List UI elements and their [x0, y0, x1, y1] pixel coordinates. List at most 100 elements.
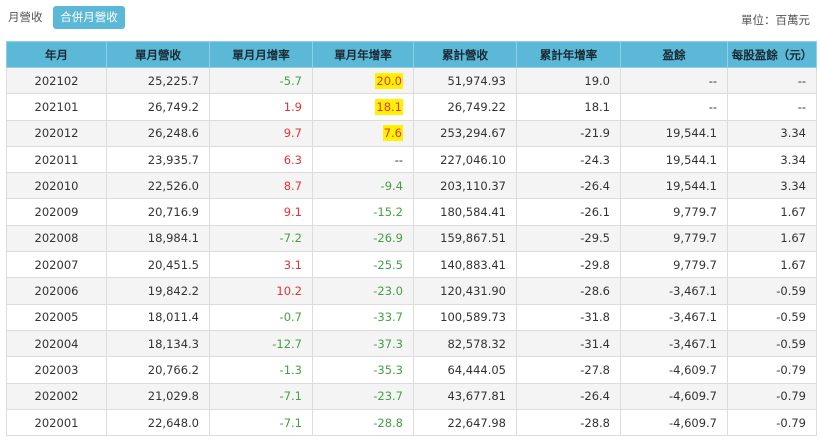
cell-earnings: 19,544.1 — [620, 145, 728, 174]
cell-monthly-revenue-value: 20,451.5 — [147, 257, 199, 272]
cell-yoy-growth: -33.7 — [312, 303, 414, 331]
cell-mom-growth: -12.7 — [209, 329, 313, 358]
cell-year-month: 202101 — [6, 93, 107, 121]
cell-yoy-growth-value: 18.1 — [375, 98, 403, 115]
cell-cumulative-yoy-value: -28.8 — [580, 415, 610, 430]
cell-eps: -0.59 — [727, 303, 817, 331]
cell-eps: -- — [727, 93, 817, 121]
cell-cumulative-yoy: -28.8 — [516, 408, 621, 437]
cell-yoy-growth: -35.3 — [312, 356, 414, 384]
cell-monthly-revenue-value: 20,766.2 — [147, 362, 199, 377]
table-header: 年月 單月營收 單月月增率 單月年增率 累計營收 累計年增率 盈餘 每股盈餘（元… — [6, 41, 817, 68]
cell-year-month: 202001 — [6, 408, 107, 437]
cell-monthly-revenue: 19,842.2 — [106, 277, 210, 305]
cell-yoy-growth-value: -33.7 — [373, 310, 403, 325]
col-header-cumulative-yoy[interactable]: 累計年增率 — [516, 41, 621, 68]
cell-eps-value: -0.79 — [776, 389, 806, 404]
cell-monthly-revenue-value: 18,134.3 — [147, 336, 199, 351]
cell-earnings-value: 19,544.1 — [665, 178, 717, 193]
cell-mom-growth: 3.1 — [209, 251, 313, 279]
cell-cumulative-revenue: 51,974.93 — [413, 66, 517, 95]
tab-consolidated-monthly-revenue[interactable]: 合併月營收 — [53, 6, 125, 29]
cell-cumulative-revenue-value: 100,589.73 — [440, 310, 506, 325]
cell-cumulative-yoy: -26.1 — [516, 198, 621, 226]
cell-yoy-growth: -26.9 — [312, 224, 414, 253]
cell-monthly-revenue-value: 22,648.0 — [147, 415, 199, 430]
cell-cumulative-revenue-value: 43,677.81 — [447, 389, 506, 404]
cell-cumulative-revenue-value: 120,431.90 — [440, 284, 506, 299]
cell-cumulative-yoy: -24.3 — [516, 145, 621, 174]
cell-eps: 3.34 — [727, 145, 817, 174]
cell-monthly-revenue: 18,984.1 — [106, 224, 210, 253]
col-header-mom-growth[interactable]: 單月月增率 — [209, 41, 313, 68]
cell-earnings-value: -4,609.7 — [668, 415, 717, 430]
cell-monthly-revenue-value: 26,248.6 — [147, 126, 199, 141]
cell-year-month: 202012 — [6, 119, 107, 147]
cell-mom-growth-value: -7.2 — [279, 231, 302, 246]
cell-eps: -0.79 — [727, 382, 817, 410]
cell-eps-value: 1.67 — [780, 205, 806, 220]
cell-mom-growth-value: -7.1 — [279, 415, 302, 430]
tab-monthly-revenue[interactable]: 月營收 — [8, 6, 54, 29]
cell-yoy-growth: -23.0 — [312, 277, 414, 305]
col-header-monthly-revenue[interactable]: 單月營收 — [106, 41, 210, 68]
cell-cumulative-revenue: 43,677.81 — [413, 382, 517, 410]
cell-yoy-growth-value: -25.5 — [373, 257, 403, 272]
cell-cumulative-yoy-value: -24.3 — [580, 152, 610, 167]
cell-yoy-growth: 18.1 — [312, 93, 414, 121]
cell-mom-growth: -0.7 — [209, 303, 313, 331]
col-header-yoy-growth[interactable]: 單月年增率 — [312, 41, 414, 68]
cell-mom-growth-value: 6.3 — [283, 152, 302, 167]
cell-mom-growth: -1.3 — [209, 356, 313, 384]
cell-eps-value: 3.34 — [780, 152, 806, 167]
table-row: 202012 26,248.6 9.7 7.6 253,294.67 -21.9 19,54… — [6, 119, 817, 147]
cell-earnings-value: 9,779.7 — [673, 231, 717, 246]
cell-mom-growth-value: 9.1 — [283, 205, 302, 220]
cell-cumulative-yoy-value: -31.8 — [580, 310, 610, 325]
cell-yoy-growth-value: -28.8 — [373, 415, 403, 430]
cell-yoy-growth: -23.7 — [312, 382, 414, 410]
cell-eps: -0.79 — [727, 356, 817, 384]
cell-year-month-value: 202009 — [34, 205, 79, 220]
cell-yoy-growth: -28.8 — [312, 408, 414, 437]
cell-earnings: 19,544.1 — [620, 172, 728, 200]
col-header-eps[interactable]: 每股盈餘（元） — [727, 41, 817, 68]
cell-year-month: 202008 — [6, 224, 107, 253]
cell-cumulative-revenue-value: 82,578.32 — [447, 336, 506, 351]
cell-cumulative-revenue-value: 227,046.10 — [440, 152, 506, 167]
cell-yoy-growth: -- — [312, 145, 414, 174]
cell-earnings-value: 9,779.7 — [673, 257, 717, 272]
col-header-earnings[interactable]: 盈餘 — [620, 41, 728, 68]
cell-yoy-growth-value: -9.4 — [380, 178, 403, 193]
cell-cumulative-yoy: -27.8 — [516, 356, 621, 384]
cell-cumulative-yoy-value: -29.8 — [580, 257, 610, 272]
cell-cumulative-yoy: -26.4 — [516, 172, 621, 200]
cell-eps-value: -- — [797, 73, 806, 88]
cell-year-month: 202007 — [6, 251, 107, 279]
cell-mom-growth-value: -1.3 — [279, 362, 302, 377]
cell-cumulative-yoy-value: -21.9 — [580, 126, 610, 141]
cell-cumulative-revenue-value: 64,444.05 — [447, 362, 506, 377]
cell-monthly-revenue: 21,029.8 — [106, 382, 210, 410]
cell-cumulative-revenue-value: 180,584.41 — [440, 205, 506, 220]
cell-cumulative-revenue: 180,584.41 — [413, 198, 517, 226]
cell-cumulative-yoy: -31.4 — [516, 329, 621, 358]
col-header-year-month[interactable]: 年月 — [6, 41, 107, 68]
cell-earnings-value: 9,779.7 — [673, 205, 717, 220]
cell-year-month-value: 202005 — [34, 310, 79, 325]
cell-cumulative-revenue-value: 253,294.67 — [440, 126, 506, 141]
cell-eps-value: -0.59 — [776, 336, 806, 351]
cell-eps-value: 1.67 — [780, 257, 806, 272]
cell-monthly-revenue-value: 20,716.9 — [147, 205, 199, 220]
cell-mom-growth: 10.2 — [209, 277, 313, 305]
col-header-cumulative-revenue[interactable]: 累計營收 — [413, 41, 517, 68]
cell-eps-value: -0.59 — [776, 284, 806, 299]
cell-eps: 1.67 — [727, 251, 817, 279]
cell-earnings-value: -- — [708, 73, 717, 88]
cell-eps: 3.34 — [727, 119, 817, 147]
cell-year-month-value: 202012 — [34, 126, 79, 141]
table-row: 202006 19,842.2 10.2 -23.0 120,431.90 -28.6 -3… — [6, 277, 817, 305]
cell-earnings: -3,467.1 — [620, 277, 728, 305]
cell-year-month: 202006 — [6, 277, 107, 305]
cell-cumulative-revenue-value: 140,883.41 — [440, 257, 506, 272]
